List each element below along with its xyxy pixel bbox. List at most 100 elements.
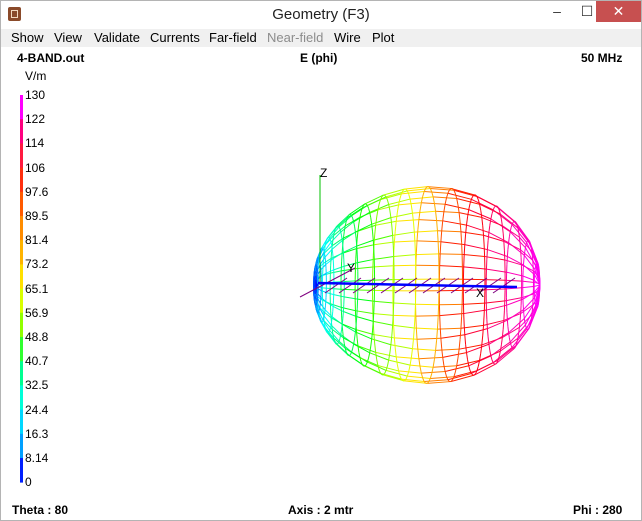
y-axis-label: Y [347, 261, 355, 275]
pattern-parallel [508, 337, 511, 343]
pattern-meridian [410, 364, 434, 368]
pattern-parallel [432, 196, 435, 204]
pattern-meridian [418, 356, 443, 360]
pattern-parallel [410, 348, 413, 358]
pattern-parallel [480, 210, 483, 218]
pattern-parallel [495, 362, 498, 365]
pattern-parallel [323, 320, 326, 325]
pattern-meridian [322, 299, 331, 305]
pattern-parallel [372, 231, 374, 241]
pattern-parallel [331, 240, 334, 246]
pattern-meridian [442, 352, 467, 358]
pattern-parallel [502, 320, 505, 330]
pattern-meridian [488, 332, 509, 345]
pattern-parallel [326, 237, 328, 240]
pattern-parallel [393, 231, 396, 243]
pattern-parallel [331, 316, 333, 322]
pattern-parallel [329, 324, 332, 329]
pattern-parallel [328, 330, 331, 333]
pattern-parallel [469, 199, 472, 204]
pattern-meridian [373, 320, 393, 326]
pattern-meridian [433, 196, 457, 199]
pattern-meridian [415, 315, 440, 317]
z-axis-label: Z [320, 166, 327, 180]
pattern-meridian [505, 279, 522, 282]
pattern-meridian [503, 240, 521, 251]
pattern-meridian [353, 211, 370, 223]
pattern-parallel [512, 220, 515, 223]
pattern-parallel [371, 224, 374, 232]
pattern-parallel [369, 346, 372, 353]
pattern-meridian [369, 352, 389, 361]
pattern-meridian [471, 198, 494, 211]
pattern-parallel [530, 314, 533, 319]
pattern-parallel [500, 337, 503, 345]
pattern-meridian [398, 202, 422, 206]
pattern-parallel [529, 242, 532, 246]
pattern-meridian [416, 337, 441, 340]
pattern-parallel [508, 236, 510, 243]
pattern-parallel [398, 370, 401, 376]
pattern-parallel [411, 338, 414, 349]
pattern-parallel [525, 242, 528, 245]
colorbar-segment [20, 458, 23, 483]
pattern-parallel [469, 370, 472, 374]
pattern-parallel [396, 364, 400, 372]
pattern-meridian [388, 359, 411, 366]
pattern-parallel [356, 231, 359, 240]
pattern-parallel [526, 328, 528, 330]
pattern-parallel [480, 344, 483, 354]
pattern-parallel [370, 338, 373, 347]
pattern-meridian [502, 326, 520, 338]
pattern-parallel [372, 321, 374, 331]
pattern-parallel [528, 240, 530, 242]
theta-readout: Theta : 80 [12, 503, 69, 517]
pattern-meridian [487, 319, 508, 330]
pattern-parallel [376, 209, 379, 218]
pattern-meridian [394, 240, 418, 243]
x-axis-label: X [476, 286, 484, 300]
colorbar-segment [20, 143, 23, 168]
pattern-parallel [503, 241, 505, 251]
pattern-parallel [396, 204, 400, 213]
pattern-meridian [393, 302, 416, 305]
pattern-meridian [522, 291, 535, 300]
pattern-parallel [507, 242, 510, 250]
pattern-parallel [390, 335, 393, 345]
pattern-parallel [331, 329, 334, 335]
pattern-parallel [459, 328, 462, 340]
pattern-parallel [523, 251, 526, 256]
colorbar-segment [20, 95, 23, 120]
pattern-parallel [433, 203, 437, 212]
pattern-meridian [421, 371, 446, 374]
pattern-canvas[interactable]: Z Y X [0, 0, 642, 521]
pattern-parallel [490, 213, 493, 219]
pattern-meridian [486, 288, 507, 291]
pattern-parallel [324, 324, 326, 328]
pattern-meridian [462, 253, 485, 257]
pattern-meridian [463, 266, 487, 270]
pattern-meridian [407, 375, 431, 379]
pattern-parallel [482, 225, 485, 236]
pattern-parallel [454, 193, 458, 199]
pattern-parallel [486, 249, 488, 260]
pattern-meridian [440, 334, 465, 339]
pattern-parallel [467, 209, 470, 217]
pattern-parallel [470, 196, 474, 200]
pattern-parallel [487, 232, 490, 241]
pattern-parallel [460, 231, 463, 243]
pattern-meridian [463, 309, 487, 315]
pattern-parallel [419, 202, 422, 211]
pattern-parallel [325, 330, 328, 333]
pattern-parallel [529, 240, 531, 243]
pattern-meridian [506, 271, 524, 277]
pattern-parallel [408, 194, 411, 200]
pattern-parallel [436, 317, 439, 330]
pattern-meridian [484, 279, 506, 281]
pattern-parallel [341, 240, 344, 247]
pattern-parallel [413, 316, 416, 328]
pattern-parallel [351, 348, 354, 353]
colorbar-segment [20, 119, 23, 144]
pattern-parallel [463, 244, 466, 256]
pattern-meridian [508, 318, 525, 334]
